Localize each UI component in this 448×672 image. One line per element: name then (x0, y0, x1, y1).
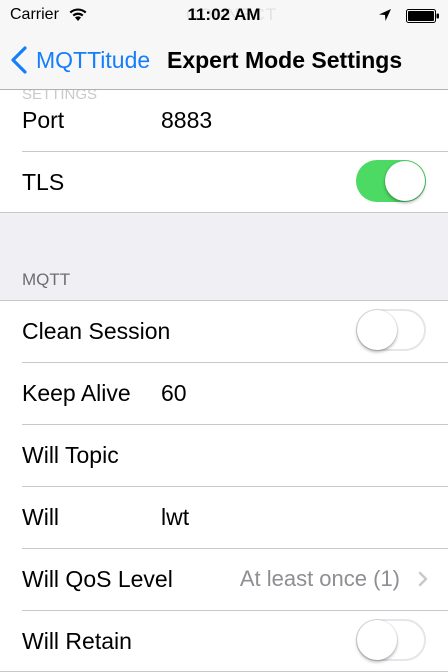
will-field[interactable]: lwt (161, 504, 189, 531)
location-arrow-icon (379, 9, 391, 21)
clean-session-label: Clean Session (22, 318, 171, 344)
section-header-mqtt: MQTT (22, 270, 71, 289)
keep-alive-label: Keep Alive (22, 380, 131, 406)
back-button-label: MQTTitude (36, 46, 151, 73)
back-button[interactable]: MQTTitude (10, 44, 150, 76)
navigation-bar: MQTTitude Expert Mode Settings (0, 30, 448, 90)
will-label: Will (22, 504, 60, 530)
keep-alive-cell[interactable]: Keep Alive 60 (22, 363, 448, 425)
will-topic-label: Will Topic (22, 442, 119, 468)
port-field[interactable]: 8883 (161, 107, 212, 134)
clean-session-cell: Clean Session (22, 301, 448, 363)
chevron-left-icon (11, 46, 27, 74)
switch-knob (385, 161, 425, 201)
will-qos-cell[interactable]: Will QoS Level At least once (1) (22, 549, 448, 611)
will-topic-cell[interactable]: Will Topic (22, 425, 448, 487)
chevron-right-icon (418, 571, 428, 587)
page-title: Expert Mode Settings (167, 47, 403, 73)
clean-session-switch[interactable] (356, 309, 426, 351)
switch-knob (357, 310, 397, 350)
will-qos-value: At least once (1) (239, 566, 400, 591)
tls-label: TLS (22, 169, 65, 195)
will-retain-label: Will Retain (22, 628, 132, 654)
battery-icon (406, 9, 439, 23)
status-bar: CONNECT Carrier 11:02 AM (0, 0, 448, 30)
keep-alive-field[interactable]: 60 (161, 380, 187, 407)
port-label: Port (22, 107, 65, 133)
will-cell[interactable]: Will lwt (22, 487, 448, 549)
tls-cell: TLS (22, 152, 448, 213)
will-retain-cell: Will Retain (22, 611, 448, 672)
connection-group: Port 8883 TLS (0, 90, 448, 213)
will-qos-label: Will QoS Level (22, 566, 173, 592)
tls-switch[interactable] (356, 160, 426, 202)
will-retain-switch[interactable] (356, 619, 426, 661)
switch-knob (357, 620, 397, 660)
mqtt-group: Clean Session Keep Alive 60 Will Topic W… (0, 300, 448, 672)
